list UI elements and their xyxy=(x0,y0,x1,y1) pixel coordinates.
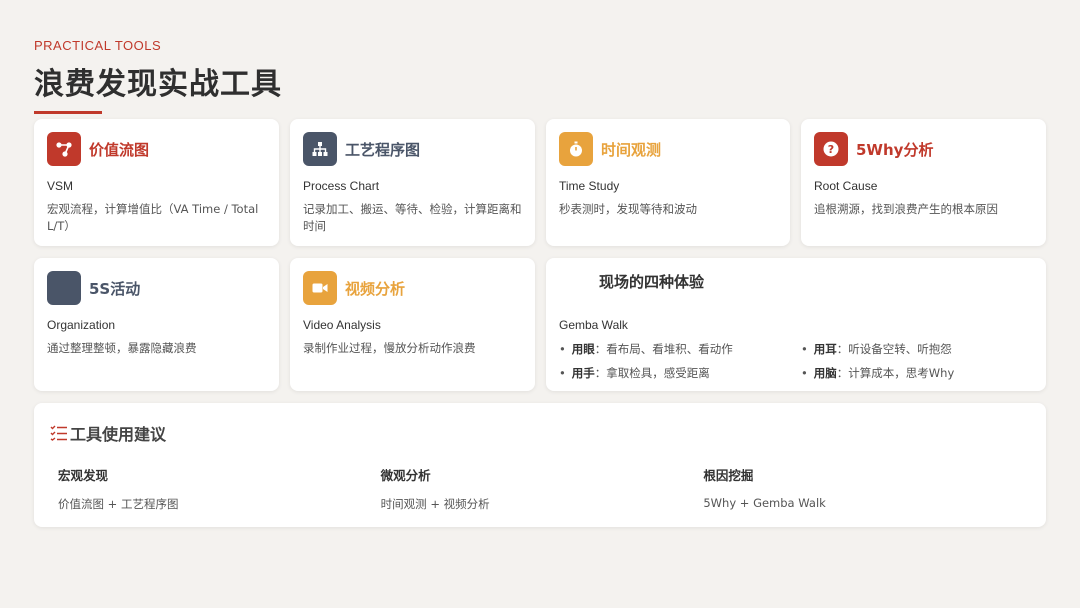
list-item: 用手：拿取检具，感受距离 xyxy=(559,364,801,382)
card-subtitle: Root Cause xyxy=(814,179,878,193)
page-title: 浪费发现实战工具 xyxy=(34,67,282,102)
hierarchy-icon xyxy=(303,132,337,166)
card-subtitle: Process Chart xyxy=(303,179,380,193)
tool-card-process-chart: 工艺程序图 Process Chart 记录加工、搬运、等待、检验，计算距离和时… xyxy=(290,119,535,246)
flow-nodes-icon xyxy=(47,132,81,166)
blank-icon xyxy=(47,271,81,305)
advice-heading: 根因挖掘 xyxy=(703,468,754,483)
card-title: 时间观测 xyxy=(601,140,662,159)
tool-card-time-study: 时间观测 Time Study 秒表测时，发现等待和波动 xyxy=(546,119,790,246)
header: PRACTICAL TOOLS 浪费发现实战工具 xyxy=(34,38,282,114)
list-item: 用耳：听设备空转、听抱怨 xyxy=(801,340,1033,358)
card-description: 宏观流程，计算增值比（VA Time / Total L/T） xyxy=(47,202,259,233)
tool-card-video-analysis: 视频分析 Video Analysis 录制作业过程，慢放分析动作浪费 xyxy=(290,258,535,391)
card-title: 5Why分析 xyxy=(856,140,934,159)
card-description: 通过整理整顿，暴露隐藏浪费 xyxy=(47,341,197,355)
card-subtitle: Video Analysis xyxy=(303,318,381,332)
card-subtitle: Organization xyxy=(47,318,116,332)
card-title: 视频分析 xyxy=(345,279,406,298)
tool-card-vsm: 价值流图 VSM 宏观流程，计算增值比（VA Time / Total L/T） xyxy=(34,119,279,246)
card-title: 现场的四种体验 xyxy=(599,273,705,291)
video-camera-icon xyxy=(303,271,337,305)
card-title: 价值流图 xyxy=(89,140,150,159)
gemba-points-list: 用眼：看布局、看堆积、看动作 用耳：听设备空转、听抱怨 用手：拿取检具，感受距离… xyxy=(559,340,1033,382)
card-description: 秒表测时，发现等待和波动 xyxy=(559,202,697,216)
tool-usage-advice-panel: 工具使用建议 宏观发现 价值流图 + 工艺程序图 微观分析 时间观测 + 视频分… xyxy=(34,403,1046,527)
advice-column: 根因挖掘 5Why + Gemba Walk xyxy=(703,465,1026,512)
card-subtitle: VSM xyxy=(47,179,74,193)
card-description: 录制作业过程，慢放分析动作浪费 xyxy=(303,341,476,355)
card-title: 5S活动 xyxy=(89,279,141,298)
card-description: 追根溯源，找到浪费产生的根本原因 xyxy=(814,202,998,216)
card-title: 工艺程序图 xyxy=(345,140,421,159)
advice-heading: 宏观发现 xyxy=(58,468,109,483)
title-underline xyxy=(34,111,102,114)
svg-text:?: ? xyxy=(828,143,834,156)
advice-text: 时间观测 + 视频分析 xyxy=(380,497,490,511)
list-item: 用眼：看布局、看堆积、看动作 xyxy=(559,340,801,358)
card-description: 记录加工、搬运、等待、检验，计算距离和时间 xyxy=(303,202,522,233)
card-subtitle: Time Study xyxy=(559,179,620,193)
card-subtitle: Gemba Walk xyxy=(559,318,628,332)
stopwatch-icon xyxy=(559,132,593,166)
advice-column: 微观分析 时间观测 + 视频分析 xyxy=(381,465,704,512)
tool-card-5s: 5S活动 Organization 通过整理整顿，暴露隐藏浪费 xyxy=(34,258,279,391)
question-icon: ? xyxy=(814,132,848,166)
advice-title: 工具使用建议 xyxy=(70,425,167,444)
gemba-walk-card: 现场的四种体验 Gemba Walk 用眼：看布局、看堆积、看动作 用耳：听设备… xyxy=(546,258,1046,391)
section-kicker: PRACTICAL TOOLS xyxy=(34,38,162,53)
advice-heading: 微观分析 xyxy=(380,468,431,483)
list-item: 用脑：计算成本，思考Why xyxy=(801,364,1033,382)
advice-text: 5Why + Gemba Walk xyxy=(703,496,826,510)
advice-text: 价值流图 + 工艺程序图 xyxy=(58,497,179,511)
list-check-icon xyxy=(50,425,68,441)
advice-column: 宏观发现 价值流图 + 工艺程序图 xyxy=(58,465,381,512)
tool-card-5why: ? 5Why分析 Root Cause 追根溯源，找到浪费产生的根本原因 xyxy=(801,119,1046,246)
